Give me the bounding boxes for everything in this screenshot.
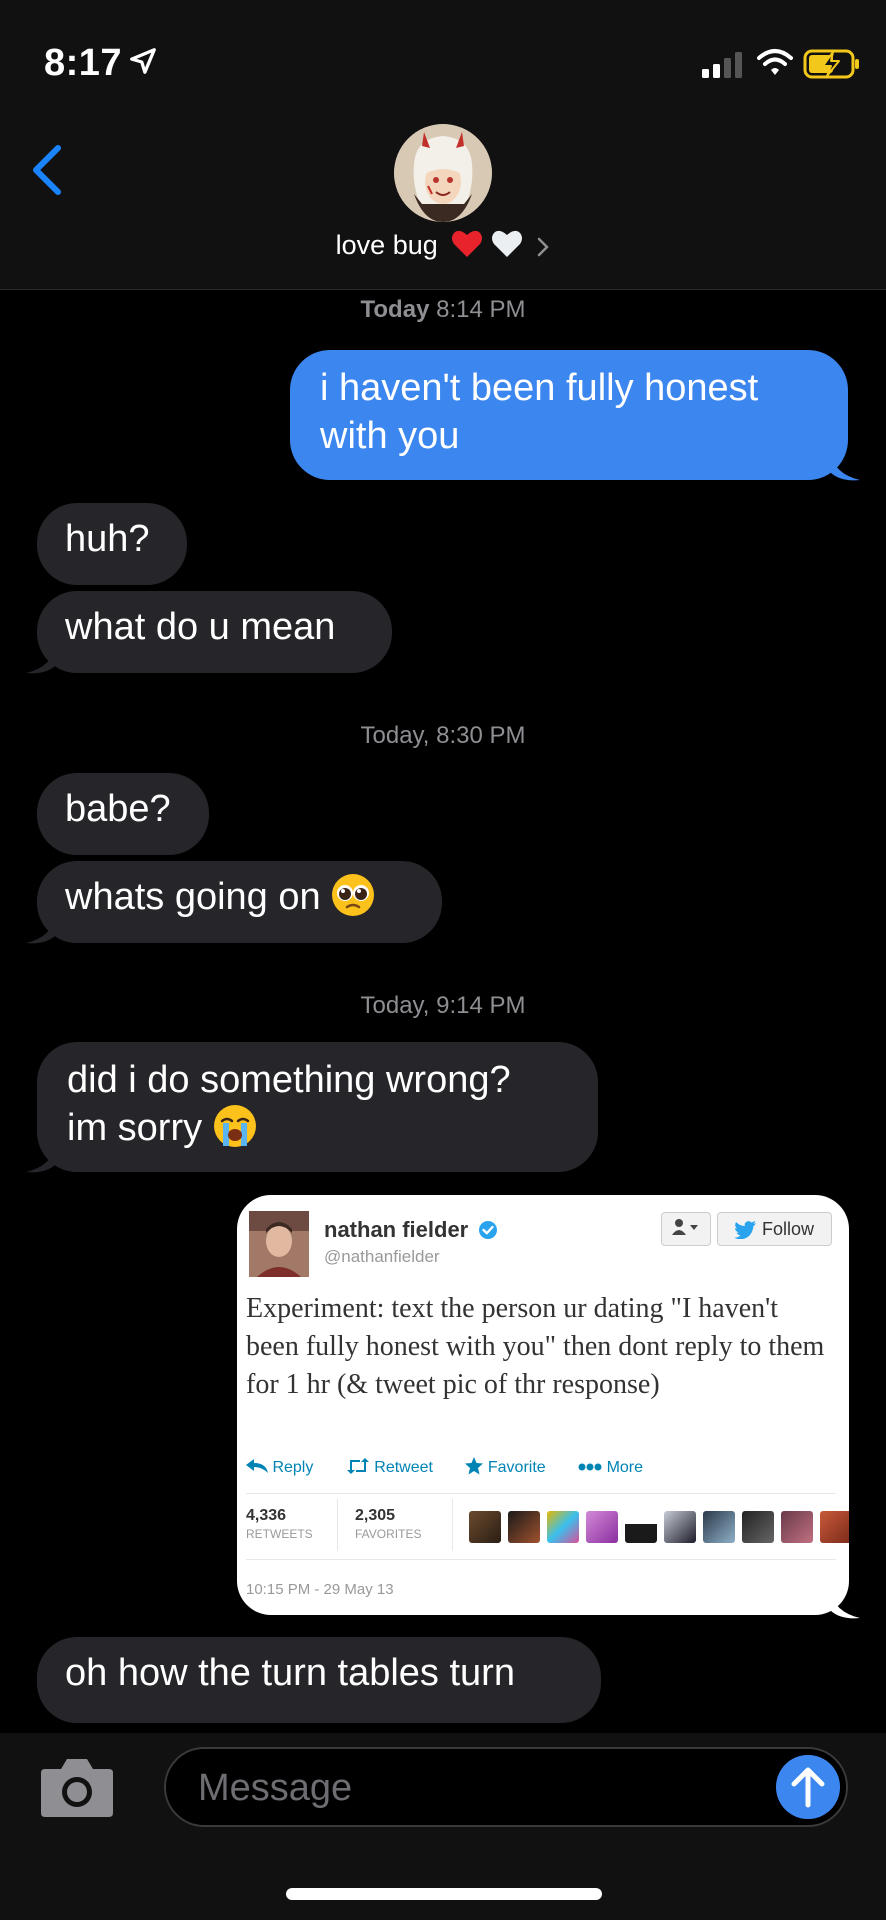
favoriter-avatar [508,1511,540,1543]
message-text-line-2: im sorry [67,1104,568,1152]
message-text-line: did i do something wrong? [67,1059,511,1101]
tweet-actions: Reply Retweet Favorite More [246,1457,671,1477]
tweet-favorite: Favorite [465,1457,564,1476]
tweet-screenshot-image[interactable]: nathan fielder @nathanfielder Follow Exp… [237,1195,849,1615]
message-text: whats going on [65,876,321,918]
white-heart-emoji-icon [491,230,522,257]
message-text: i haven't been fully honest with you [320,367,759,457]
home-indicator [286,1888,602,1900]
sent-bubble-tail [830,1590,860,1619]
retweets-stat: 4,336 RETWEETS [246,1507,313,1541]
favoriter-avatar [703,1511,735,1543]
timestamp-divider: Today, 9:14 PM [360,992,526,1019]
follow-button: Follow [717,1212,832,1246]
status-bar: 8:17 [0,0,886,110]
received-message-bubble[interactable]: huh? [37,503,187,585]
divider [337,1499,338,1551]
divider [246,1493,836,1494]
favoriter-avatar [742,1511,774,1543]
tweet-profile-photo [249,1211,309,1277]
favoriter-avatar [547,1511,579,1543]
favorites-count: 2,305 [355,1507,396,1524]
retweets-count: 4,336 [246,1507,287,1524]
battery-charging-icon [803,49,859,79]
compose-bar: Message [0,1733,886,1920]
message-text: babe? [65,788,171,830]
contact-name: love bug [335,230,438,260]
tweet-author-name: nathan fielder [324,1217,498,1243]
favoriter-avatar [469,1511,501,1543]
received-message-bubble[interactable]: whats going on [37,861,442,943]
wifi-icon [757,49,793,75]
favorites-label: FAVORITES [355,1527,422,1541]
loudly-crying-face-emoji-icon [213,1105,256,1147]
reply-arrow-icon [246,1459,268,1473]
red-heart-emoji-icon [452,230,483,257]
back-chevron-icon[interactable] [26,140,66,200]
cellular-signal-icon [702,52,742,78]
favorites-stat: 2,305 FAVORITES [355,1507,421,1541]
favoriter-avatar [664,1511,696,1543]
conversation-header: love bug [0,110,886,290]
favoriter-avatar [586,1511,618,1543]
pleading-face-emoji-icon [332,874,375,916]
received-bubble-tail [26,645,56,674]
status-time: 8:17 [44,42,123,84]
timestamp-divider: Today, 8:30 PM [360,722,526,749]
retweets-label: RETWEETS [246,1527,313,1541]
timestamp-time: 8:14 PM [429,296,526,323]
tweet-retweet: Retweet [346,1458,452,1476]
camera-icon[interactable] [39,1757,115,1817]
divider [246,1559,836,1560]
message-text: what do u mean [65,606,336,648]
timestamp-divider: Today 8:14 PM [0,296,886,324]
received-message-bubble[interactable]: oh how the turn tables turn [37,1637,601,1723]
message-text: huh? [65,518,150,560]
follow-label: Follow [762,1219,815,1239]
send-arrow-icon[interactable] [776,1755,840,1819]
favoriter-avatar [781,1511,813,1543]
sent-message-bubble[interactable]: i haven't been fully honest with you [290,350,848,480]
message-placeholder: Message [198,1767,353,1809]
tweet-author-handle: @nathanfielder [324,1247,440,1266]
received-message-bubble[interactable]: babe? [37,773,209,855]
received-message-bubble[interactable]: what do u mean [37,591,392,673]
message-text: oh how the turn tables turn [65,1652,515,1694]
tweet-reply: Reply [246,1459,332,1476]
user-dropdown-button [661,1212,711,1246]
favoriter-avatar [820,1511,849,1543]
contact-name-row[interactable]: love bug [0,228,886,261]
received-message-bubble[interactable]: did i do something wrong? im sorry [37,1042,598,1172]
divider [452,1499,453,1551]
location-arrow-icon [130,48,156,74]
sent-bubble-tail [830,452,860,481]
chevron-right-icon [538,237,550,257]
message-input[interactable]: Message [164,1747,848,1827]
tweet-text: Experiment: text the person ur dating "I… [246,1293,825,1400]
user-dropdown-icon [672,1219,698,1235]
tweet-more: More [578,1459,657,1476]
received-bubble-tail [26,1144,56,1173]
tweet-timestamp: 10:15 PM - 29 May 13 [246,1581,394,1598]
favoriter-avatar [625,1511,657,1543]
avatar[interactable] [394,124,492,222]
more-dots-icon [578,1463,602,1471]
retweet-icon [346,1458,369,1474]
verified-badge-icon [479,1221,498,1239]
twitter-bird-icon [734,1221,756,1239]
star-icon [465,1457,484,1475]
received-bubble-tail [26,915,56,944]
timestamp-day: Today [360,296,430,323]
